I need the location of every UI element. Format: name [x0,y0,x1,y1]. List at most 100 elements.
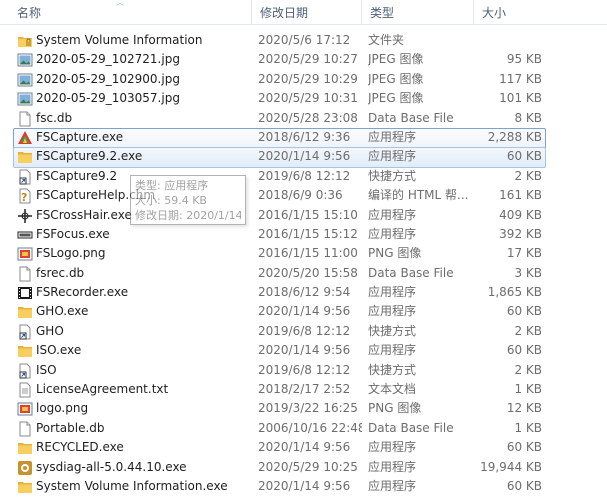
file-size: 1 KB [514,382,542,397]
file-row[interactable]: sysdiag-all-5.0.44.10.exe 2020/5/29 10:25… [0,458,607,477]
file-size: 19,944 KB [480,459,542,474]
file-row[interactable]: logo.png 2019/3/22 16:25 PNG 图像 12 KB [0,399,607,418]
file-type: JPEG 图像 [368,52,424,67]
file-row[interactable]: FSCapture.exe 2018/6/12 9:36 应用程序 2,288 KB [0,127,607,150]
folder-app-icon [17,343,33,359]
db-file-icon [17,266,33,282]
file-size: 161 KB [499,188,542,203]
fscapture-app-icon [17,130,33,146]
file-row[interactable]: 2020-05-29_103057.jpg 2020/5/29 10:31 JPEG… [0,89,607,108]
file-date: 2018/6/9 0:36 [258,188,343,203]
file-date: 2019/6/8 12:12 [258,323,351,338]
file-date: 2020/5/29 10:31 [258,91,358,106]
file-name: FSFocus.exe [36,226,110,241]
file-date: 2020/1/14 9:56 [258,149,351,164]
file-list: System Volume Information 2020/5/6 17:12 文… [0,31,607,496]
file-row[interactable]: Portable.db 2006/10/16 22:48 Data Base Fil… [0,419,607,438]
column-header-date[interactable]: 修改日期 [252,0,362,25]
file-size: 1,865 KB [487,285,542,300]
file-row[interactable]: ISO 2019/6/8 12:12 快捷方式 2 KB [0,361,607,380]
file-type: 快捷方式 [368,323,417,338]
file-type: JPEG 图像 [368,71,424,86]
file-name: 2020-05-29_103057.jpg [36,91,180,106]
file-row[interactable]: 2020-05-29_102721.jpg 2020/5/29 10:27 JPEG… [0,50,607,69]
file-name: sysdiag-all-5.0.44.10.exe [36,459,187,474]
file-date: 2020/5/28 23:08 [258,110,358,125]
file-date: 2020/1/14 9:56 [258,343,351,358]
file-date: 2019/3/22 16:25 [258,401,358,416]
file-name: GHO [36,323,64,338]
file-row[interactable]: FSCrossHair.exe 2016/1/15 15:10 应用程序 409 KB [0,206,607,225]
file-row[interactable]: FSCapture9.2.exe 2020/1/14 9:56 应用程序 60 KB [0,147,607,169]
file-size: 17 KB [506,246,542,261]
focus-app-icon [17,227,33,243]
file-name: Portable.db [36,420,105,435]
file-date: 2016/1/15 15:12 [258,226,358,241]
file-row[interactable]: ? FSCaptureHelp.chm 2018/6/9 0:36 编译的 HTML … [0,186,607,205]
file-name: 2020-05-29_102721.jpg [36,52,180,67]
file-date: 2018/6/12 9:36 [258,129,351,144]
file-row[interactable]: System Volume Information 2020/5/6 17:12 文… [0,31,607,50]
file-name: RECYCLED.exe [36,440,124,455]
column-header-name[interactable]: 名称 [10,0,252,25]
file-type: 文件夹 [368,33,405,47]
file-row[interactable]: System Volume Information.exe 2020/1/14 9… [0,477,607,496]
film-app-icon [17,285,33,301]
file-date: 2020/5/29 10:25 [258,459,358,474]
file-name: fsc.db [36,110,73,125]
file-type: Data Base File [368,420,454,435]
folder-app-icon [17,149,33,165]
file-row[interactable]: LicenseAgreement.txt 2018/2/17 2:52 文本文档 1 … [0,380,607,399]
help-file-icon: ? [17,188,33,204]
file-date: 2019/6/8 12:12 [258,362,351,377]
folder-app-icon [17,479,33,495]
file-size: 101 KB [499,91,542,106]
column-header-type[interactable]: 类型 [362,0,474,25]
file-date: 2018/2/17 2:52 [258,382,351,397]
file-size: 3 KB [514,265,542,280]
crosshair-app-icon [17,208,33,224]
png-file-icon [17,246,33,262]
file-type: PNG 图像 [368,401,422,416]
file-name: logo.png [36,401,89,416]
file-tooltip: 类型: 应用程序 大小: 59.4 KB 修改日期: 2020/1/14 9:5… [130,175,246,225]
file-type: Data Base File [368,265,454,280]
file-row[interactable]: GHO.exe 2020/1/14 9:56 应用程序 60 KB [0,302,607,321]
file-size: 12 KB [506,401,542,416]
file-size: 2 KB [514,323,542,338]
file-row[interactable]: fsrec.db 2020/5/20 15:58 Data Base File 3 K… [0,264,607,283]
file-row[interactable]: ISO.exe 2020/1/14 9:56 应用程序 60 KB [0,341,607,360]
file-size: 117 KB [499,71,542,86]
shortcut-icon [17,363,33,379]
file-row[interactable]: FSRecorder.exe 2018/6/12 9:54 应用程序 1,865 KB [0,283,607,302]
folder-lock-icon [17,33,33,49]
file-row[interactable]: FSLogo.png 2016/1/15 11:00 PNG 图像 17 KB [0,244,607,263]
file-type: 应用程序 [368,149,417,164]
file-type: 编译的 HTML 帮... [368,188,469,203]
svg-text:?: ? [21,191,27,204]
file-date: 2020/5/6 17:12 [258,33,351,47]
file-date: 2016/1/15 11:00 [258,246,358,261]
folder-app-icon [17,304,33,320]
file-size: 392 KB [499,226,542,241]
installer-app-icon [17,460,33,476]
file-row[interactable]: RECYCLED.exe 2020/1/14 9:56 应用程序 60 KB [0,438,607,457]
file-row[interactable]: 2020-05-29_102900.jpg 2020/5/29 10:29 JPEG… [0,70,607,89]
column-header-size[interactable]: 大小 [474,0,550,25]
file-type: 应用程序 [368,343,417,358]
file-row[interactable]: fsc.db 2020/5/28 23:08 Data Base File 8 KB [0,109,607,128]
text-file-icon [17,382,33,398]
file-date: 2020/1/14 9:56 [258,304,351,319]
file-type: 快捷方式 [368,362,417,377]
file-type: 应用程序 [368,440,417,455]
file-row[interactable]: GHO 2019/6/8 12:12 快捷方式 2 KB [0,322,607,341]
file-row[interactable]: FSFocus.exe 2016/1/15 15:12 应用程序 392 KB [0,225,607,244]
file-name: ISO.exe [36,343,82,358]
file-type: JPEG 图像 [368,91,424,106]
file-type: Data Base File [368,110,454,125]
file-row[interactable]: FSCapture9.2 2019/6/8 12:12 快捷方式 2 KB [0,167,607,186]
file-size: 409 KB [499,207,542,222]
file-type: 应用程序 [368,304,417,319]
shortcut-icon [17,324,33,340]
file-name: System Volume Information [36,33,203,47]
